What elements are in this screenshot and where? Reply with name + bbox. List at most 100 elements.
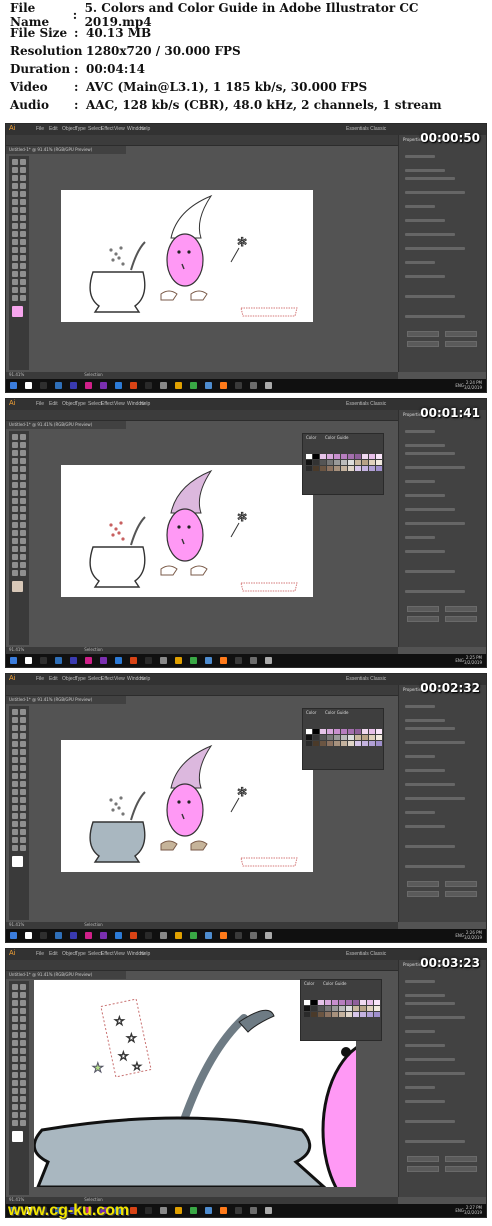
color-swatch[interactable] — [304, 1006, 310, 1011]
property-row[interactable] — [405, 797, 465, 800]
tool-icon[interactable] — [12, 1064, 18, 1070]
tool-icon[interactable] — [12, 167, 18, 173]
tool-icon[interactable] — [20, 725, 26, 731]
workspace-switcher[interactable]: Essentials Classic — [346, 401, 386, 407]
quick-action-button[interactable] — [407, 881, 439, 887]
property-row[interactable] — [405, 705, 435, 708]
menu-item[interactable]: Edit — [49, 126, 58, 132]
quick-action-button[interactable] — [445, 606, 477, 612]
document-tab[interactable]: Untitled-1* @ 91.41% (RGB/GPU Preview) — [6, 696, 126, 704]
color-swatch[interactable] — [341, 735, 347, 740]
document-tab[interactable]: Untitled-1* @ 91.41% (RGB/GPU Preview) — [6, 971, 126, 979]
magic-wand[interactable] — [230, 797, 240, 813]
cauldron[interactable] — [89, 821, 146, 863]
app-icon[interactable] — [235, 382, 242, 389]
color-swatch[interactable] — [304, 1000, 310, 1005]
windows-start-icon[interactable] — [10, 382, 17, 389]
menu-item[interactable]: File — [36, 676, 44, 682]
color-swatch[interactable] — [306, 741, 312, 746]
firefox-icon[interactable] — [220, 932, 227, 939]
tool-icon[interactable] — [12, 1080, 18, 1086]
app-icon[interactable] — [145, 1207, 152, 1214]
tool-icon[interactable] — [12, 498, 18, 504]
tool-icon[interactable] — [12, 1072, 18, 1078]
tool-icon[interactable] — [12, 442, 18, 448]
ladle[interactable] — [130, 516, 146, 546]
tool-icon[interactable] — [20, 1032, 26, 1038]
menu-item[interactable]: File — [36, 401, 44, 407]
tool-icon[interactable] — [20, 1048, 26, 1054]
color-swatch[interactable] — [334, 741, 340, 746]
magic-wand[interactable] — [230, 247, 240, 263]
wizard-face[interactable] — [166, 508, 204, 562]
property-row[interactable] — [405, 177, 455, 180]
tool-icon[interactable] — [20, 797, 26, 803]
wizard-boots[interactable] — [160, 290, 208, 301]
app-icon[interactable] — [265, 932, 272, 939]
system-clock[interactable]: 2:24 PM 3/2/2019 — [464, 380, 482, 390]
tool-icon[interactable] — [12, 717, 18, 723]
artboard[interactable]: ✲ — [61, 740, 313, 872]
quick-action-button[interactable] — [407, 1166, 439, 1172]
quick-action-button[interactable] — [445, 616, 477, 622]
tool-icon[interactable] — [20, 1120, 26, 1126]
property-row[interactable] — [405, 1016, 465, 1019]
tool-icon[interactable] — [20, 279, 26, 285]
menu-item[interactable]: Effect — [101, 401, 114, 407]
color-swatch[interactable] — [304, 1012, 310, 1017]
menu-item[interactable]: Help — [140, 951, 150, 957]
green-star[interactable]: ★ — [92, 1061, 105, 1077]
property-row[interactable] — [405, 1120, 455, 1123]
tool-icon[interactable] — [20, 837, 26, 843]
tool-icon[interactable] — [20, 167, 26, 173]
color-swatch[interactable] — [346, 1012, 352, 1017]
tool-icon[interactable] — [20, 1000, 26, 1006]
illustrator-icon[interactable] — [130, 657, 137, 664]
tool-icon[interactable] — [12, 570, 18, 576]
color-swatch[interactable] — [325, 1012, 331, 1017]
quick-action-button[interactable] — [407, 341, 439, 347]
property-row[interactable] — [405, 769, 445, 772]
property-row[interactable] — [405, 205, 435, 208]
app-icon[interactable] — [250, 382, 257, 389]
property-row[interactable] — [405, 480, 435, 483]
cauldron[interactable] — [89, 546, 146, 588]
wizard-hat[interactable] — [170, 744, 213, 789]
fill-swatch[interactable] — [12, 306, 23, 317]
color-swatch[interactable] — [313, 729, 319, 734]
color-swatch[interactable] — [320, 460, 326, 465]
color-swatch[interactable] — [355, 460, 361, 465]
illustrator-icon[interactable] — [130, 1207, 137, 1214]
property-row[interactable] — [405, 727, 455, 730]
tool-icon[interactable] — [12, 490, 18, 496]
tool-icon[interactable] — [12, 1008, 18, 1014]
tool-icon[interactable] — [12, 183, 18, 189]
color-swatch[interactable] — [311, 1000, 317, 1005]
color-swatch[interactable] — [339, 1012, 345, 1017]
menu-item[interactable]: Type — [75, 401, 86, 407]
color-swatch[interactable] — [332, 1012, 338, 1017]
tool-icon[interactable] — [20, 1016, 26, 1022]
tool-icon[interactable] — [12, 1088, 18, 1094]
tool-icon[interactable] — [20, 247, 26, 253]
menu-item[interactable]: Edit — [49, 401, 58, 407]
menu-item[interactable]: Help — [140, 676, 150, 682]
app-icon[interactable] — [145, 932, 152, 939]
tool-icon[interactable] — [20, 530, 26, 536]
color-swatch[interactable] — [348, 729, 354, 734]
tool-icon[interactable] — [12, 837, 18, 843]
app-icon[interactable] — [250, 1207, 257, 1214]
color-swatch[interactable] — [327, 460, 333, 465]
quick-action-button[interactable] — [445, 1166, 477, 1172]
edge-icon[interactable] — [55, 932, 62, 939]
color-swatch[interactable] — [313, 741, 319, 746]
color-swatch[interactable] — [318, 1006, 324, 1011]
firefox-icon[interactable] — [220, 657, 227, 664]
color-swatch[interactable] — [369, 735, 375, 740]
magic-wand-star[interactable]: ✲ — [237, 235, 248, 250]
tool-icon[interactable] — [20, 434, 26, 440]
quick-action-button[interactable] — [445, 881, 477, 887]
tool-icon[interactable] — [20, 506, 26, 512]
premiere-icon[interactable] — [70, 932, 77, 939]
property-row[interactable] — [405, 755, 435, 758]
